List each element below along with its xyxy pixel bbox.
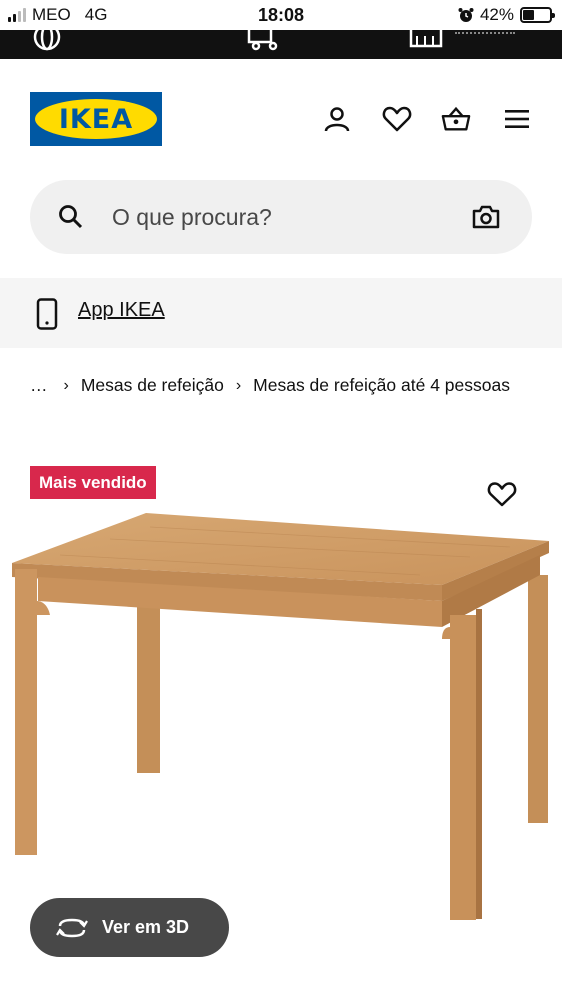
site-header: IKEA xyxy=(0,59,562,179)
chevron-right-icon: › xyxy=(235,376,242,394)
status-bar: MEO 4G 18:08 42% xyxy=(0,0,562,30)
smartphone-icon xyxy=(36,298,58,330)
globe-icon xyxy=(33,30,61,51)
logo-oval: IKEA xyxy=(35,99,157,139)
user-icon[interactable] xyxy=(322,104,352,134)
status-right: 42% xyxy=(458,5,555,25)
menu-icon[interactable] xyxy=(502,104,532,134)
battery-icon xyxy=(520,7,555,23)
breadcrumb-item-tables-4-people[interactable]: Mesas de refeição até 4 pessoas xyxy=(253,375,510,396)
delivery-truck-icon xyxy=(247,30,278,51)
store-label-fragment xyxy=(455,30,515,34)
ikea-logo[interactable]: IKEA xyxy=(30,92,162,146)
view-in-3d-button[interactable]: Ver em 3D xyxy=(30,898,229,957)
breadcrumb-item-dining-tables[interactable]: Mesas de refeição xyxy=(81,375,224,396)
logo-text: IKEA xyxy=(58,103,134,135)
breadcrumb: … › Mesas de refeição › Mesas de refeiçã… xyxy=(30,375,510,396)
add-to-favourites-icon[interactable] xyxy=(487,481,517,508)
product-image-table[interactable] xyxy=(0,505,562,935)
top-promo-strip xyxy=(0,30,562,59)
best-seller-badge: Mais vendido xyxy=(30,466,156,499)
basket-icon[interactable] xyxy=(441,104,471,134)
alarm-icon xyxy=(458,8,474,22)
battery-fill xyxy=(523,10,534,20)
view-in-3d-label: Ver em 3D xyxy=(102,917,190,937)
app-link[interactable]: App IKEA xyxy=(78,299,165,322)
battery-percent: 42% xyxy=(479,5,514,24)
breadcrumb-ellipsis[interactable]: … xyxy=(30,375,48,396)
app-banner[interactable]: App IKEA xyxy=(0,278,562,348)
camera-search-icon[interactable] xyxy=(472,204,500,230)
chevron-right-icon: › xyxy=(63,376,69,394)
search-bar[interactable]: O que procura? xyxy=(30,180,532,254)
search-icon[interactable] xyxy=(58,204,84,230)
search-input[interactable]: O que procura? xyxy=(112,204,272,231)
heart-icon[interactable] xyxy=(382,104,412,134)
store-icon xyxy=(409,30,443,48)
rotate-3d-icon xyxy=(56,918,88,937)
